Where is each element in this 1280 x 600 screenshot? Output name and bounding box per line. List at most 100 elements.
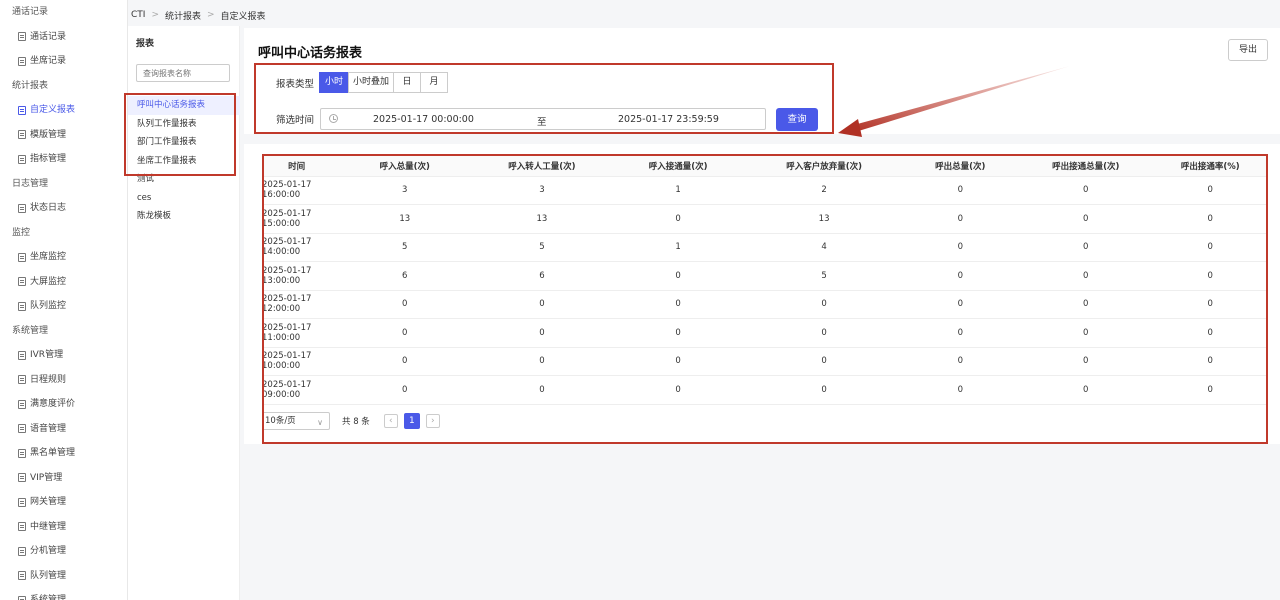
report-list-item[interactable]: 测试 [128,170,240,189]
report-search-input[interactable] [136,64,230,82]
sidebar-item[interactable]: 语音管理 [0,417,127,442]
table-cell: 0 [1148,375,1266,405]
table-cell: 3 [478,176,606,205]
document-icon [18,375,26,385]
sidebar-item[interactable]: IVR管理 [0,343,127,368]
table-cell: 0 [897,176,1024,205]
sidebar-item-label: 分机管理 [30,546,67,556]
table-column-header: 呼出接通总量(次) [1023,156,1149,177]
sidebar-item[interactable]: 系统管理 [0,588,127,600]
sidebar-item[interactable]: 中继管理 [0,515,127,540]
table-highlight-box: 时间 呼入总量(次) 呼入转人工量(次) 呼入接通量(次) 呼入客户放弃量(次) 呼出总量… [262,154,1268,444]
sidebar-item-label: 日程规则 [30,374,67,385]
sidebar-item[interactable]: 日程规则 [0,368,127,393]
sidebar-item[interactable]: VIP管理 [0,466,127,491]
table-cell: 0 [331,318,479,348]
document-icon [18,448,26,458]
table-cell: 0 [605,261,751,291]
report-list-item[interactable]: 陈龙模板 [128,207,240,226]
sidebar-item-label: 黑名单管理 [30,448,76,458]
table-row: 2025-01-17 13:00:00 6 6 0 5 0 0 0 [264,261,1266,291]
report-type-option[interactable]: 日 [393,72,421,93]
table-cell: 0 [1148,290,1266,319]
document-icon [18,350,26,360]
table-cell: 5 [478,233,606,262]
table-cell: 0 [897,204,1024,234]
report-list-title: 报表 [136,39,155,49]
sidebar-group-label: 日志管理 [12,178,49,189]
sidebar-group-label: 监控 [12,227,31,238]
table-column-header: 呼入接通量(次) [605,156,751,177]
sidebar-item[interactable]: 自定义报表 [0,98,127,123]
report-list-item[interactable]: ces [128,189,240,208]
table-cell: 0 [750,347,898,376]
sidebar-item[interactable]: 队列管理 [0,564,127,589]
table-cell: 5 [750,261,898,291]
date-range-picker[interactable]: 2025-01-17 00:00:00 至 2025-01-17 23:59:5… [320,108,766,130]
table-column-header: 呼入转人工量(次) [478,156,606,177]
page-size-select[interactable]: 10条/页 ∨ [264,412,330,430]
report-list-item[interactable]: 部门工作量报表 [128,133,240,152]
sidebar-item-label: 坐席记录 [30,56,67,66]
sidebar-item[interactable]: 通话记录 [0,25,127,50]
page-number-current[interactable]: 1 [403,413,420,429]
table-row: 2025-01-17 15:00:00 13 13 0 13 0 0 0 [264,204,1266,234]
clock-icon [329,114,338,123]
table-column-header: 呼入总量(次) [331,156,479,177]
document-icon [18,130,26,140]
table-cell: 0 [1023,204,1149,234]
sidebar-item[interactable]: 满意度评价 [0,392,127,417]
report-list-item[interactable]: 队列工作量报表 [128,115,240,134]
table-cell: 1 [605,233,751,262]
query-button[interactable]: 查询 [776,108,818,131]
sidebar-item[interactable]: 队列监控 [0,294,127,319]
page-title: 呼叫中心话务报表 [258,46,363,61]
table-row: 2025-01-17 14:00:00 5 5 1 4 0 0 0 [264,233,1266,262]
sidebar-item[interactable]: 指标管理 [0,147,127,172]
table-cell: 0 [750,318,898,348]
sidebar-item-label: 自定义报表 [30,105,76,115]
document-icon [18,32,26,42]
report-list-item[interactable]: 坐席工作量报表 [128,152,240,171]
page-size-value: 10条/页 [265,416,296,426]
report-list-item[interactable]: 呼叫中心话务报表 [128,96,240,115]
next-page-icon[interactable]: › [425,414,440,428]
sidebar-item[interactable]: 大屏监控 [0,270,127,295]
prev-page-icon[interactable]: ‹ [383,414,398,428]
document-icon [18,399,26,409]
table-cell: 2025-01-17 16:00:00 [264,176,332,205]
sidebar-item[interactable]: 分机管理 [0,539,127,564]
table-cell: 2 [750,176,898,205]
export-button[interactable]: 导出 [1228,39,1268,61]
table-cell: 13 [478,204,606,234]
sidebar-item[interactable]: 黑名单管理 [0,441,127,466]
sidebar-item[interactable]: 网关管理 [0,490,127,515]
breadcrumb-item-stats[interactable]: 统计报表 [165,9,201,22]
sidebar-item-label: 通话记录 [30,31,67,42]
range-start-value[interactable]: 2025-01-17 00:00:00 [373,114,474,125]
table-cell: 0 [1023,375,1149,405]
sidebar-item[interactable]: 状态日志 [0,196,127,221]
report-type-option[interactable]: 月 [420,72,448,93]
sidebar-item[interactable]: 模版管理 [0,123,127,148]
filter-section: 报表类型 小时 小时叠加日月 筛选时间 2025-01-17 00:00:00 至… [254,63,834,134]
table-cell: 0 [1023,290,1149,319]
table-cell: 6 [478,261,606,291]
table-cell: 13 [750,204,898,234]
report-type-selector: 小时 小时叠加日月 [319,72,448,93]
breadcrumb-separator: > [207,10,215,20]
report-type-option[interactable]: 小时叠加 [348,72,394,93]
sidebar-item[interactable]: 坐席监控 [0,245,127,270]
range-end-value[interactable]: 2025-01-17 23:59:59 [618,114,719,125]
breadcrumb-item-cti[interactable]: CTI [131,10,145,20]
report-type-label: 报表类型 [276,79,315,90]
document-icon [18,203,26,213]
report-type-option[interactable]: 小时 [319,72,349,93]
table-cell: 2025-01-17 13:00:00 [264,261,332,291]
sidebar-item-label: 状态日志 [30,203,67,213]
table-cell: 0 [1148,318,1266,348]
document-icon [18,497,26,507]
sidebar-item[interactable]: 坐席记录 [0,49,127,74]
document-icon [18,571,26,581]
table-cell: 0 [897,290,1024,319]
